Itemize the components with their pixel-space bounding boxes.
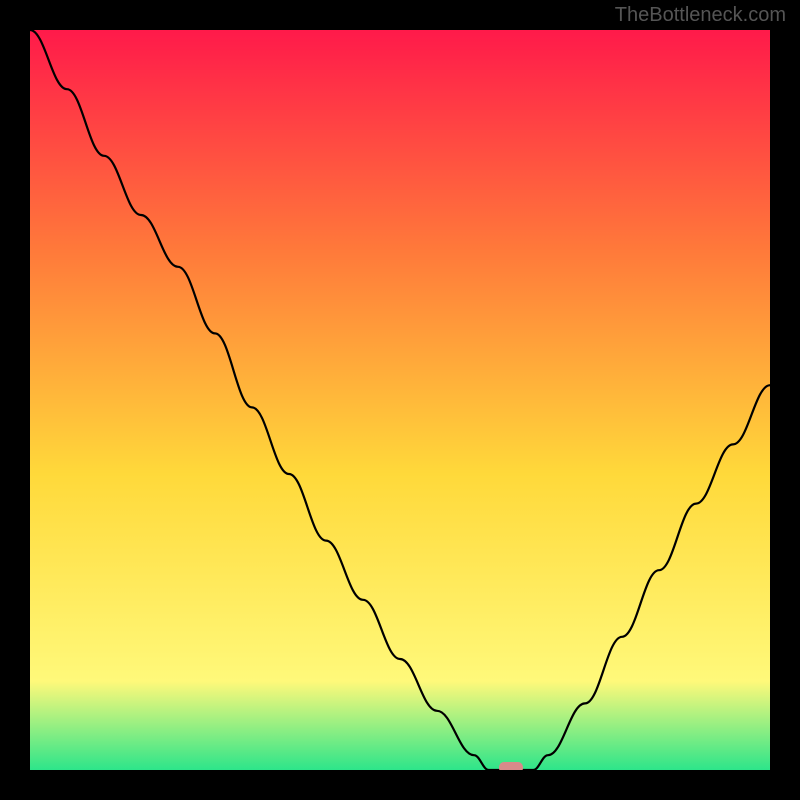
watermark-text: TheBottleneck.com (615, 4, 786, 27)
plot-area (30, 30, 770, 770)
chart-svg (30, 30, 770, 770)
optimal-marker (499, 762, 523, 770)
chart-container: TheBottleneck.com (0, 0, 800, 800)
